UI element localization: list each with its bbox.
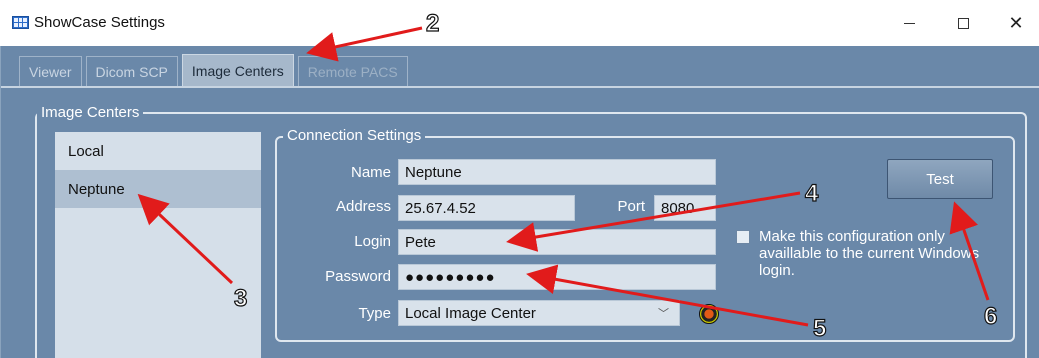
password-label: Password [325,268,391,285]
image-center-list[interactable]: Local Neptune [55,132,261,358]
app-icon [12,16,29,29]
tab-image-centers[interactable]: Image Centers [181,54,294,86]
type-select[interactable]: Local Image Center ﹀ [398,300,680,326]
title-bar: ShowCase Settings ✕ [0,0,1039,46]
test-button[interactable]: Test [887,159,993,199]
connection-status-icon [699,304,719,324]
minimize-icon [903,22,915,24]
login-label: Login [354,233,391,250]
chevron-down-icon: ﹀ [658,308,669,320]
tab-dicom-scp[interactable]: Dicom SCP [85,56,178,86]
name-field[interactable]: Neptune [398,159,716,185]
login-field[interactable]: Pete [398,229,716,255]
port-field[interactable]: 8080 [654,195,716,221]
name-label: Name [350,164,391,181]
close-button[interactable]: ✕ [993,8,1039,38]
tab-remote-pacs: Remote PACS [297,56,408,86]
maximize-button[interactable] [940,8,986,38]
port-label: Port [617,198,645,215]
checkbox-label: Make this configuration only availlable … [759,228,980,279]
minimize-button[interactable] [886,8,932,38]
tab-viewer[interactable]: Viewer [19,56,82,86]
list-item-local[interactable]: Local [55,132,261,170]
address-label: Address [335,198,391,215]
list-item-neptune[interactable]: Neptune [55,170,261,208]
tab-underline [1,86,1039,88]
image-centers-group-title: Image Centers [37,104,144,121]
type-label: Type [358,305,391,322]
connection-settings-title: Connection Settings [283,127,426,144]
tab-bar: Viewer Dicom SCP Image Centers Remote PA… [19,54,408,86]
type-selected-value: Local Image Center [405,304,536,322]
maximize-icon [957,17,969,29]
settings-panel: Viewer Dicom SCP Image Centers Remote PA… [0,46,1039,358]
window-title: ShowCase Settings [34,14,165,31]
address-field[interactable]: 25.67.4.52 [398,195,575,221]
password-field[interactable]: ●●●●●●●●● [398,264,716,290]
close-icon: ✕ [1008,12,1024,33]
login-only-checkbox[interactable] [736,230,750,244]
